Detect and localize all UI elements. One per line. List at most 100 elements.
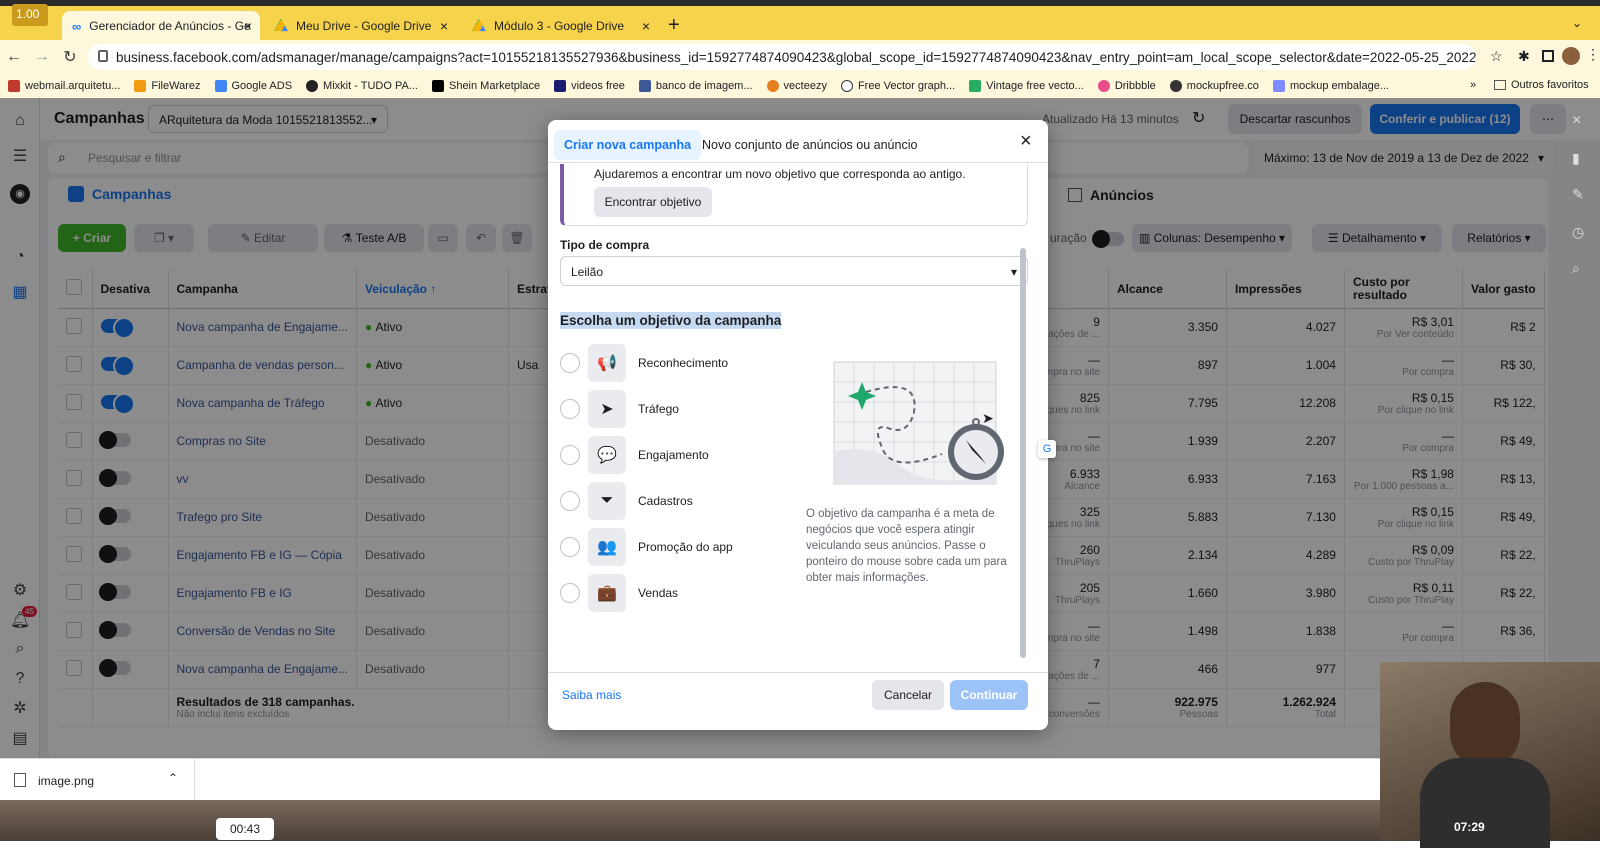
tab-new-adset-or-ad[interactable]: Novo conjunto de anúncios ou anúncio bbox=[692, 130, 927, 160]
bookmark-item[interactable]: mockup embalage... bbox=[1272, 80, 1389, 92]
objective-radio[interactable] bbox=[560, 353, 580, 373]
bookmark-item[interactable]: mockupfree.co bbox=[1169, 80, 1259, 92]
bookmark-icon bbox=[8, 80, 20, 92]
meta-icon: ∞ bbox=[72, 18, 82, 34]
close-icon[interactable]: × bbox=[244, 18, 252, 34]
chevron-down-icon[interactable]: ⌄ bbox=[1572, 16, 1582, 30]
divider bbox=[548, 672, 1048, 673]
close-icon[interactable]: × bbox=[642, 18, 650, 34]
objective-radio[interactable] bbox=[560, 537, 580, 557]
extensions-icon[interactable]: ✱ bbox=[1518, 48, 1530, 65]
bookmark-icon bbox=[214, 80, 227, 92]
url-text: business.facebook.com/adsmanager/manage/… bbox=[116, 49, 1476, 65]
bookmark-item[interactable]: Google ADS bbox=[214, 80, 293, 92]
close-icon[interactable]: × bbox=[1020, 130, 1032, 153]
continue-button[interactable]: Continuar bbox=[950, 680, 1028, 710]
search-icon[interactable]: ⌕ bbox=[1572, 260, 1580, 277]
star-icon[interactable]: ☆ bbox=[1490, 48, 1503, 65]
bookmark-label: Google ADS bbox=[231, 80, 293, 92]
megaphone-icon: 📢 bbox=[588, 344, 626, 382]
bookmark-icon bbox=[766, 80, 779, 92]
file-icon bbox=[14, 773, 26, 787]
other-bookmarks[interactable]: Outros favoritos bbox=[1494, 79, 1589, 91]
bookmark-label: webmail.arquitetu... bbox=[25, 80, 121, 92]
forward-icon[interactable]: → bbox=[28, 48, 56, 66]
bookmark-item[interactable]: Free Vector graph... bbox=[840, 80, 956, 92]
back-icon[interactable]: ← bbox=[0, 48, 28, 66]
presenter-face bbox=[1450, 682, 1520, 768]
bookmark-label: mockup embalage... bbox=[1289, 80, 1389, 92]
bookmark-item[interactable]: Mixkit - TUDO PA... bbox=[306, 80, 418, 92]
lock-icon bbox=[98, 50, 108, 62]
close-icon[interactable]: × bbox=[440, 18, 448, 34]
bookmark-label: Shein Marketplace bbox=[448, 80, 541, 92]
bookmark-item[interactable]: Dribbble bbox=[1097, 80, 1156, 92]
objective-radio[interactable] bbox=[560, 583, 580, 603]
objective-radio[interactable] bbox=[560, 399, 580, 419]
chat-icon: 💬 bbox=[588, 436, 626, 474]
bookmark-label: Free Vector graph... bbox=[857, 80, 956, 92]
new-tab-button[interactable]: + bbox=[668, 14, 680, 37]
objective-radio[interactable] bbox=[560, 445, 580, 465]
objective-description: O objetivo da campanha é a meta de negóc… bbox=[806, 508, 1007, 584]
tab-create-new-campaign[interactable]: Criar nova campanha bbox=[554, 130, 702, 160]
purchase-type-select[interactable]: Leilão ▾ bbox=[560, 256, 1028, 286]
divider bbox=[194, 759, 195, 801]
bookmark-item[interactable]: webmail.arquitetu... bbox=[8, 80, 120, 92]
sidepanel-icon[interactable] bbox=[1542, 50, 1554, 62]
bookmark-label: vecteezy bbox=[783, 80, 827, 92]
bookmark-item[interactable]: vecteezy bbox=[766, 80, 827, 92]
bookmark-item[interactable]: videos free bbox=[554, 80, 625, 92]
bookmark-item[interactable]: Shein Marketplace bbox=[431, 80, 541, 92]
objective-label: Vendas bbox=[638, 586, 679, 600]
bookmark-item[interactable]: banco de imagem... bbox=[638, 80, 753, 92]
modal-scrollbar[interactable] bbox=[1020, 248, 1026, 658]
bookmark-item[interactable]: FileWarez bbox=[134, 80, 201, 92]
purchase-type-value: Leilão bbox=[571, 265, 604, 279]
caret-down-icon: ▾ bbox=[1010, 265, 1017, 279]
bookmark-label: mockupfree.co bbox=[1186, 80, 1259, 92]
tab-label: Módulo 3 - Google Drive bbox=[494, 18, 625, 33]
bookmark-label: Mixkit - TUDO PA... bbox=[323, 80, 418, 92]
avatar[interactable] bbox=[1562, 47, 1580, 65]
briefcase-icon: 💼 bbox=[588, 574, 626, 612]
tab-meu-drive[interactable]: Meu Drive - Google Drive × bbox=[264, 11, 456, 40]
video-remaining-time: 07:29 bbox=[1454, 820, 1485, 834]
learn-more-link[interactable]: Saiba mais bbox=[562, 688, 621, 702]
address-bar[interactable]: business.facebook.com/adsmanager/manage/… bbox=[88, 44, 1476, 70]
clock-icon[interactable]: ◷ bbox=[1572, 224, 1584, 241]
bookmark-icon bbox=[1097, 80, 1110, 92]
download-filename[interactable]: image.png bbox=[38, 774, 94, 788]
bookmark-item[interactable]: Vintage free vecto... bbox=[969, 80, 1084, 92]
tab-label: Gerenciador de Anúncios - Ge bbox=[89, 18, 251, 33]
tab-ads-manager[interactable]: ∞ Gerenciador de Anúncios - Ge × bbox=[62, 11, 260, 40]
close-icon[interactable]: × bbox=[1572, 112, 1581, 130]
bookmark-icon bbox=[969, 80, 982, 92]
objective-label: Engajamento bbox=[638, 448, 709, 462]
objective-radio[interactable] bbox=[560, 491, 580, 511]
bookmark-label: Dribbble bbox=[1114, 80, 1156, 92]
bookmark-label: videos free bbox=[571, 80, 625, 92]
pencil-icon[interactable]: ✎ bbox=[1572, 186, 1584, 203]
objective-label: Promoção do app bbox=[638, 540, 733, 554]
chevron-up-icon[interactable]: ⌃ bbox=[168, 771, 178, 785]
tab-label: Meu Drive - Google Drive bbox=[296, 18, 432, 33]
video-elapsed-time: 00:43 bbox=[216, 818, 274, 840]
bookmarks-more[interactable]: » bbox=[1470, 79, 1476, 91]
bookmark-icon bbox=[1272, 80, 1285, 92]
bookmark-icon bbox=[638, 80, 651, 92]
other-bookmarks-label: Outros favoritos bbox=[1511, 79, 1589, 91]
cancel-button[interactable]: Cancelar bbox=[872, 680, 944, 710]
chart-icon[interactable]: ▮ bbox=[1572, 150, 1580, 167]
menu-icon[interactable]: ⋮ bbox=[1586, 46, 1600, 63]
translate-icon[interactable]: G bbox=[1038, 440, 1056, 458]
speed-badge: 1.00 bbox=[12, 4, 48, 26]
drive-icon bbox=[472, 18, 486, 32]
mouse-cursor-icon: ➤ bbox=[982, 410, 994, 426]
funnel-icon: ⏷ bbox=[588, 482, 626, 520]
reload-icon[interactable]: ↻ bbox=[56, 47, 84, 67]
bookmark-icon bbox=[554, 80, 567, 92]
bookmark-icon bbox=[1169, 80, 1182, 92]
tab-modulo-3[interactable]: Módulo 3 - Google Drive × bbox=[462, 11, 658, 40]
find-objective-button[interactable]: Encontrar objetivo bbox=[594, 187, 712, 217]
